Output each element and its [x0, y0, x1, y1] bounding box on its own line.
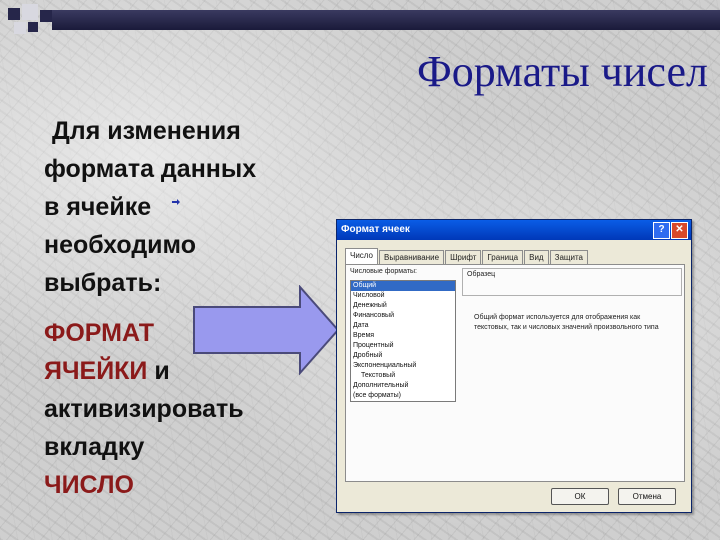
list-item[interactable]: Текстовый — [351, 371, 455, 381]
list-item[interactable]: Денежный — [351, 301, 455, 311]
help-button[interactable]: ? — [653, 222, 670, 239]
list-item[interactable]: (все форматы) — [351, 391, 455, 401]
list-item[interactable]: Процентный — [351, 341, 455, 351]
sample-group: Образец — [462, 268, 682, 296]
number-tab-panel: Числовые форматы: Общий Числовой Денежны… — [345, 264, 685, 482]
text-line: необходимо — [44, 231, 196, 259]
list-item[interactable]: Время — [351, 331, 455, 341]
text-line: в ячейке — [44, 193, 152, 221]
sample-label: Образец — [467, 271, 496, 278]
instruction-paragraph-1: Для изменения формата данных в ячейке не… — [44, 112, 334, 302]
decor-square — [8, 8, 20, 20]
pointer-arrow-icon — [193, 285, 340, 375]
decor-square — [22, 4, 38, 20]
formats-label: Числовые форматы: — [350, 268, 417, 275]
tab-border[interactable]: Граница — [482, 250, 524, 265]
list-item[interactable]: Дополнительный — [351, 381, 455, 391]
decorative-header — [0, 0, 720, 40]
tab-word: вкладку — [44, 433, 145, 461]
decor-square — [14, 22, 26, 34]
ok-button[interactable]: ОК — [551, 488, 609, 505]
list-item[interactable]: Экспоненциальный — [351, 361, 455, 371]
dialog-tabs: Число Выравнивание Шрифт Граница Вид Защ… — [345, 248, 589, 265]
tab-font[interactable]: Шрифт — [445, 250, 482, 265]
list-item[interactable]: Дробный — [351, 351, 455, 361]
header-stripe — [52, 10, 720, 30]
tab-protection[interactable]: Защита — [549, 250, 588, 265]
tab-view[interactable]: Вид — [524, 250, 549, 265]
dialog-titlebar[interactable]: Формат ячеек ? ✕ — [337, 220, 691, 240]
number-word: ЧИСЛО — [44, 471, 134, 499]
list-item[interactable]: Числовой — [351, 291, 455, 301]
list-item[interactable]: Финансовый — [351, 311, 455, 321]
dialog-title: Формат ячеек — [341, 224, 410, 235]
decor-square — [40, 10, 52, 22]
tab-number[interactable]: Число — [345, 248, 379, 265]
list-item[interactable]: Дата — [351, 321, 455, 331]
slide-title: Форматы чисел — [416, 47, 708, 96]
format-description: Общий формат используется для отображени… — [474, 314, 659, 331]
number-formats-list[interactable]: Общий Числовой Денежный Финансовый Дата … — [350, 280, 456, 402]
text-line: Для изменения — [52, 117, 241, 145]
activate-word: активизировать — [44, 395, 244, 423]
format-cells-dialog: Формат ячеек ? ✕ Число Выравнивание Шриф… — [336, 219, 692, 513]
cancel-button[interactable]: Отмена — [618, 488, 676, 505]
and-word: и — [147, 357, 170, 385]
cells-word: ЯЧЕЙКИ — [44, 357, 148, 385]
text-line: формата данных — [44, 155, 257, 183]
close-button[interactable]: ✕ — [671, 222, 688, 239]
list-item[interactable]: Общий — [351, 281, 455, 291]
decor-square — [28, 22, 38, 32]
tab-alignment[interactable]: Выравнивание — [379, 250, 445, 265]
small-arrow-icon — [172, 199, 180, 205]
